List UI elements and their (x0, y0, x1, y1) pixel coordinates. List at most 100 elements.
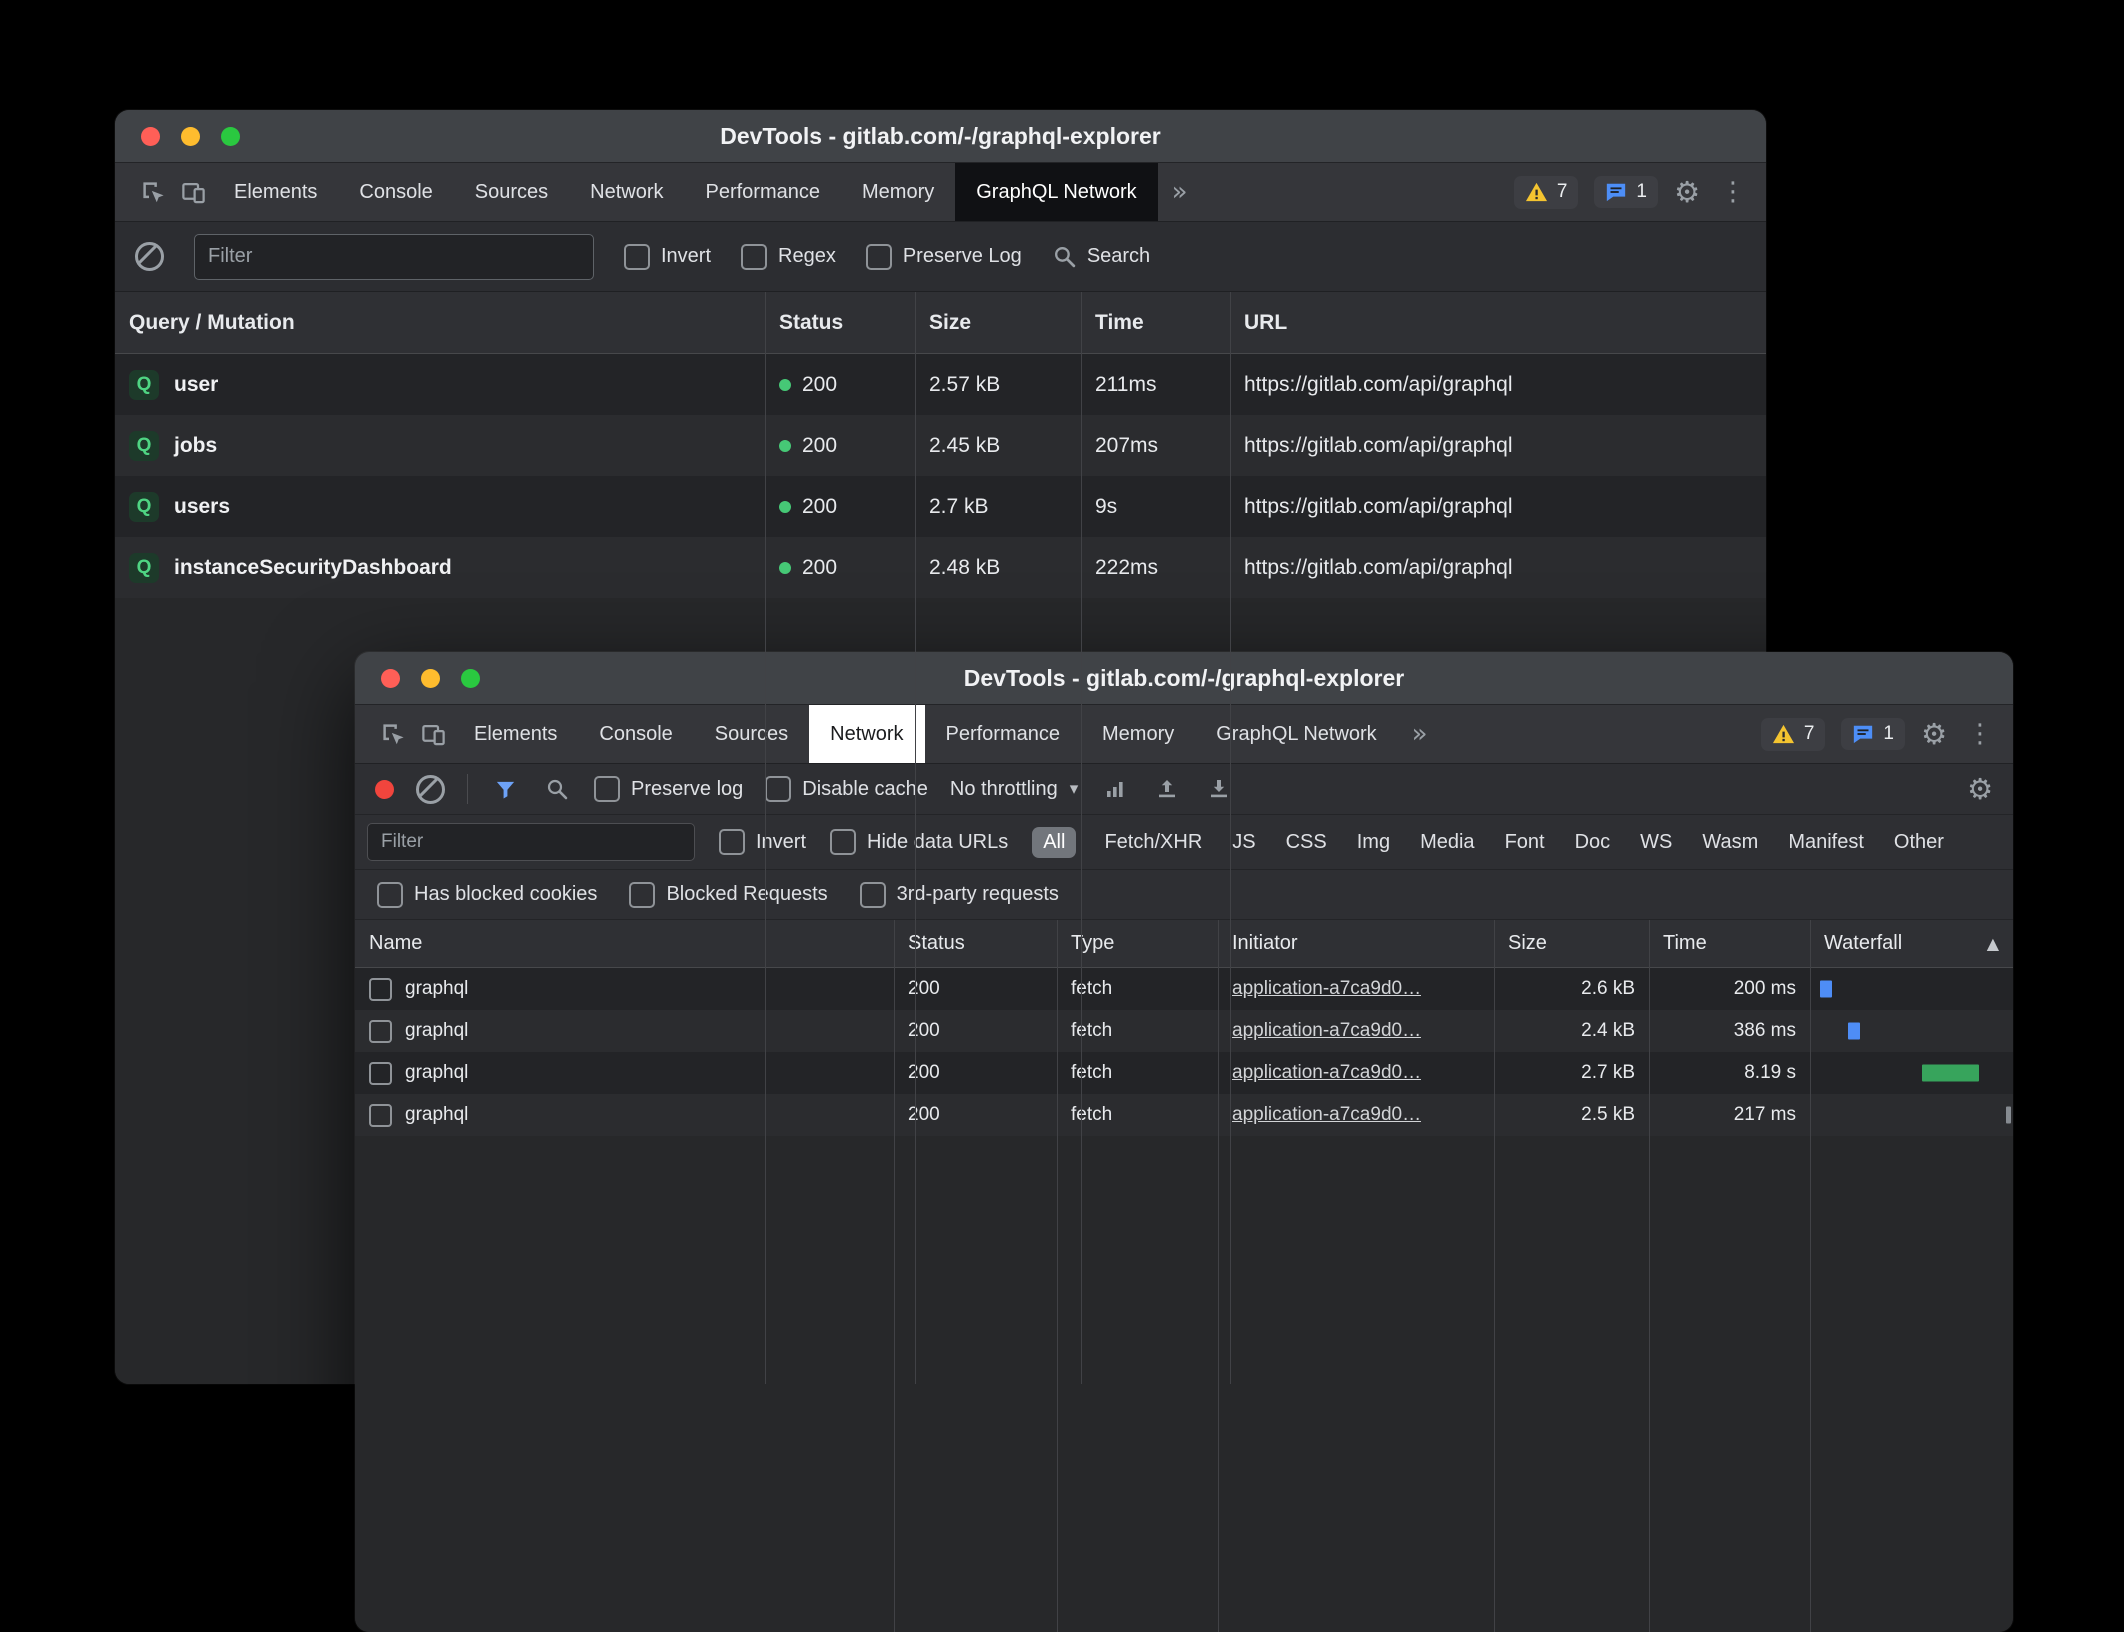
kebab-menu-icon[interactable]: ⋮ (1716, 179, 1750, 205)
initiator-link[interactable]: application-a7ca9d0… (1232, 1062, 1421, 1084)
column-header[interactable]: Status (765, 292, 915, 353)
clear-icon[interactable] (135, 242, 164, 271)
table-row[interactable]: graphql 200 fetch application-a7ca9d0… 2… (355, 1010, 2013, 1052)
table-row[interactable]: Qusers 200 2.7 kB 9s https://gitlab.com/… (115, 476, 1766, 537)
minimize-window-button[interactable] (181, 127, 200, 146)
device-toolbar-icon[interactable] (413, 714, 453, 754)
table-row[interactable]: graphql 200 fetch application-a7ca9d0… 2… (355, 968, 2013, 1010)
filter-input[interactable] (194, 234, 594, 280)
tab-memory[interactable]: Memory (1081, 705, 1195, 763)
column-header[interactable]: URL (1230, 292, 1766, 353)
more-tabs-icon[interactable]: » (1398, 719, 1442, 749)
table-row[interactable]: Quser 200 2.57 kB 211ms https://gitlab.c… (115, 354, 1766, 415)
column-divider[interactable] (765, 292, 766, 1384)
filter-type-img[interactable]: Img (1355, 827, 1392, 858)
tab-network[interactable]: Network (809, 705, 924, 763)
settings-gear-icon[interactable]: ⚙ (1674, 178, 1700, 207)
tab-console[interactable]: Console (338, 163, 453, 221)
filter-type-doc[interactable]: Doc (1573, 827, 1613, 858)
column-header[interactable]: Initiator (1218, 920, 1494, 967)
tab-network[interactable]: Network (569, 163, 684, 221)
filter-type-font[interactable]: Font (1503, 827, 1547, 858)
column-header[interactable]: Time (1081, 292, 1230, 353)
tab-sources[interactable]: Sources (694, 705, 809, 763)
preserve-log-checkbox[interactable]: Preserve Log (866, 244, 1022, 270)
regex-checkbox[interactable]: Regex (741, 244, 836, 270)
disable-cache-checkbox[interactable]: Disable cache (765, 776, 928, 802)
column-divider[interactable] (894, 920, 895, 1632)
table-row[interactable]: QinstanceSecurityDashboard 200 2.48 kB 2… (115, 537, 1766, 598)
tab-sources[interactable]: Sources (454, 163, 569, 221)
table-row[interactable]: Qjobs 200 2.45 kB 207ms https://gitlab.c… (115, 415, 1766, 476)
issues-badge[interactable]: 1 (1594, 176, 1658, 208)
column-header[interactable]: Size (915, 292, 1081, 353)
more-tabs-icon[interactable]: » (1158, 177, 1202, 207)
warnings-badge[interactable]: 7 (1514, 176, 1579, 209)
filter-type-other[interactable]: Other (1892, 827, 1946, 858)
tab-performance[interactable]: Performance (685, 163, 842, 221)
inspect-element-icon[interactable] (373, 714, 413, 754)
column-divider[interactable] (915, 292, 916, 1384)
device-toolbar-icon[interactable] (173, 172, 213, 212)
filter-type-css[interactable]: CSS (1284, 827, 1329, 858)
tab-console[interactable]: Console (578, 705, 693, 763)
filter-input[interactable] (367, 823, 695, 861)
invert-checkbox[interactable]: Invert (719, 829, 806, 855)
initiator-link[interactable]: application-a7ca9d0… (1232, 1104, 1421, 1126)
tab-performance[interactable]: Performance (925, 705, 1082, 763)
column-header[interactable]: Status (894, 920, 1057, 967)
hide-data-urls-checkbox[interactable]: Hide data URLs (830, 829, 1008, 855)
throttling-dropdown[interactable]: No throttling ▾ (950, 778, 1078, 801)
search-icon[interactable] (542, 769, 572, 809)
column-divider[interactable] (1649, 920, 1650, 1632)
column-header[interactable]: Size (1494, 920, 1649, 967)
filter-funnel-icon[interactable] (490, 769, 520, 809)
initiator-link[interactable]: application-a7ca9d0… (1232, 978, 1421, 1000)
zoom-window-button[interactable] (461, 669, 480, 688)
column-divider[interactable] (1218, 920, 1219, 1632)
filter-type-fetch-xhr[interactable]: Fetch/XHR (1102, 827, 1204, 858)
warnings-badge[interactable]: 7 (1761, 718, 1826, 751)
invert-checkbox[interactable]: Invert (624, 244, 711, 270)
network-conditions-icon[interactable] (1100, 769, 1130, 809)
filter-type-ws[interactable]: WS (1638, 827, 1674, 858)
issues-badge[interactable]: 1 (1841, 718, 1905, 750)
column-header[interactable]: Query / Mutation (115, 292, 765, 353)
import-har-icon[interactable] (1152, 769, 1182, 809)
column-divider[interactable] (1057, 920, 1058, 1632)
column-header[interactable]: Time (1649, 920, 1810, 967)
record-button[interactable] (375, 780, 394, 799)
tab-graphql-network[interactable]: GraphQL Network (955, 163, 1157, 221)
preserve-log-checkbox[interactable]: Preserve log (594, 776, 743, 802)
filter-type-wasm[interactable]: Wasm (1700, 827, 1760, 858)
has-blocked-cookies-checkbox[interactable]: Has blocked cookies (377, 882, 597, 908)
filter-type-manifest[interactable]: Manifest (1786, 827, 1866, 858)
column-divider[interactable] (1230, 292, 1231, 1384)
filter-type-media[interactable]: Media (1418, 827, 1476, 858)
search-button[interactable]: Search (1052, 244, 1150, 269)
column-header[interactable]: Name (355, 920, 894, 967)
third-party-requests-checkbox[interactable]: 3rd-party requests (860, 882, 1059, 908)
initiator-link[interactable]: application-a7ca9d0… (1232, 1020, 1421, 1042)
filter-type-js[interactable]: JS (1230, 827, 1257, 858)
row-checkbox[interactable] (369, 1104, 392, 1127)
tab-elements[interactable]: Elements (213, 163, 338, 221)
close-window-button[interactable] (381, 669, 400, 688)
inspect-element-icon[interactable] (133, 172, 173, 212)
table-row[interactable]: graphql 200 fetch application-a7ca9d0… 2… (355, 1094, 2013, 1136)
column-divider[interactable] (1494, 920, 1495, 1632)
tab-graphql-network[interactable]: GraphQL Network (1195, 705, 1397, 763)
blocked-requests-checkbox[interactable]: Blocked Requests (629, 882, 827, 908)
kebab-menu-icon[interactable]: ⋮ (1963, 721, 1997, 747)
column-divider[interactable] (1810, 920, 1811, 1632)
close-window-button[interactable] (141, 127, 160, 146)
network-settings-gear-icon[interactable]: ⚙ (1967, 775, 1993, 804)
row-checkbox[interactable] (369, 1020, 392, 1043)
zoom-window-button[interactable] (221, 127, 240, 146)
minimize-window-button[interactable] (421, 669, 440, 688)
column-header-waterfall[interactable]: Waterfall ▲ (1810, 920, 2013, 967)
column-divider[interactable] (1081, 292, 1082, 1384)
clear-icon[interactable] (416, 775, 445, 804)
table-row[interactable]: graphql 200 fetch application-a7ca9d0… 2… (355, 1052, 2013, 1094)
filter-type-all[interactable]: All (1032, 827, 1076, 858)
